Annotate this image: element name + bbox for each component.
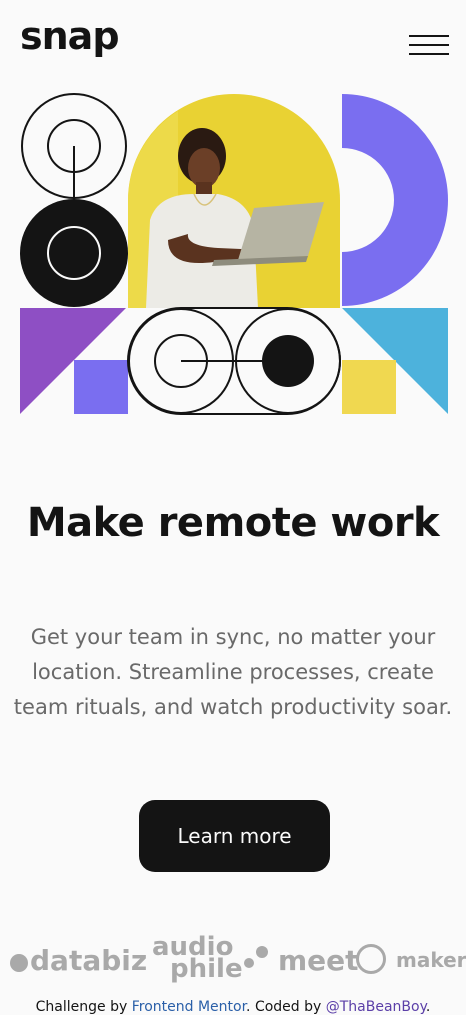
menu-line-bottom: [409, 53, 449, 55]
person-photo: [128, 94, 340, 308]
purple-half-circle: [342, 94, 448, 306]
author-link[interactable]: @ThaBeanBoy: [326, 999, 426, 1015]
menu-line-middle: [409, 44, 449, 46]
maker-logo-text: maker: [396, 948, 466, 972]
databiz-dot-icon: [10, 954, 28, 972]
violet-triangle: [20, 308, 128, 414]
blue-triangle: [342, 308, 448, 414]
audiophile-dot-icon: [256, 946, 268, 958]
meet-circle-icon: [356, 944, 386, 974]
attribution-middle: . Coded by: [246, 999, 326, 1015]
learn-more-button[interactable]: Learn more: [139, 800, 330, 872]
audiophile-dot-icon: [244, 958, 254, 968]
menu-line-top: [409, 35, 449, 37]
databiz-logo-text: databiz: [30, 944, 148, 977]
meet-logo-text: meet: [278, 944, 359, 977]
site-header: snap: [0, 0, 466, 90]
attribution-suffix: .: [425, 999, 431, 1015]
attribution-prefix: Challenge by: [35, 999, 132, 1015]
outline-circle-top-left: [21, 93, 127, 202]
hero-headline: Make remote work: [26, 500, 440, 546]
client-logos: databiz audio phile meet maker: [0, 934, 466, 986]
pill-outline: [127, 307, 341, 415]
audiophile-logo-bottom: phile: [170, 954, 243, 984]
frontend-mentor-link[interactable]: Frontend Mentor: [132, 999, 246, 1015]
hero-illustration: [20, 93, 448, 415]
attribution-footer: Challenge by Frontend Mentor. Coded by @…: [0, 999, 466, 1015]
black-circle-left: [20, 199, 128, 307]
hamburger-menu-icon[interactable]: [406, 30, 450, 60]
snap-logo[interactable]: snap: [20, 14, 120, 58]
hero-description: Get your team in sync, no matter your lo…: [13, 625, 453, 719]
